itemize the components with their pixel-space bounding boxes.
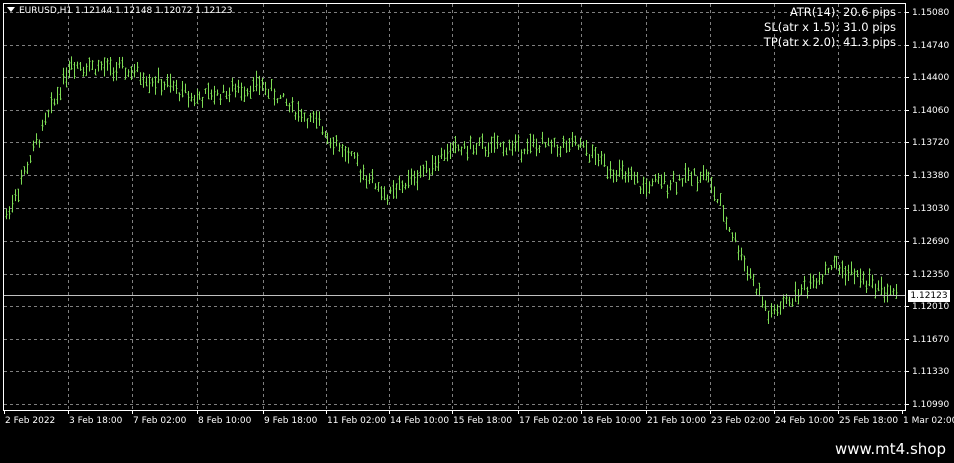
price-axis-label: 1.11330: [912, 366, 950, 377]
time-axis-label: 1 Mar 02:00: [903, 416, 954, 426]
time-axis-label: 17 Feb 02:00: [519, 416, 579, 426]
price-axis-label: 1.13030: [912, 203, 950, 214]
price-axis-tick: [905, 208, 909, 209]
time-axis-tick: [452, 410, 453, 414]
price-axis-label: 1.12350: [912, 269, 950, 280]
watermark-text: www.mt4.shop: [834, 440, 946, 458]
symbol-ohlc-text: EURUSD,H1 1.12144 1.12148 1.12072 1.1212…: [19, 6, 233, 16]
price-axis-label: 1.14060: [912, 105, 950, 116]
time-axis-label: 2 Feb 2022: [5, 416, 56, 426]
price-axis-label: 1.12690: [912, 236, 950, 247]
time-axis-tick: [132, 410, 133, 414]
time-axis-tick: [518, 410, 519, 414]
price-axis-label: 1.10990: [912, 399, 950, 410]
dropdown-triangle-icon[interactable]: [7, 7, 15, 12]
price-axis-tick: [905, 110, 909, 111]
price-axis-tick: [905, 241, 909, 242]
time-axis-label: 8 Feb 10:00: [198, 416, 252, 426]
price-axis-tick: [905, 371, 909, 372]
price-axis-label: 1.13720: [912, 137, 950, 148]
time-axis-tick: [646, 410, 647, 414]
footer-bar: www.mt4.shop: [0, 433, 954, 463]
price-axis-tick: [905, 142, 909, 143]
chart-window[interactable]: EURUSD,H1 1.12144 1.12148 1.12072 1.1212…: [0, 0, 954, 433]
price-axis-tick: [905, 12, 909, 13]
price-axis-label: 1.15080: [912, 7, 950, 18]
plot-frame: [3, 3, 906, 411]
indicator-readout: ATR(14): 20.6 pips SL(atr x 1.5): 31.0 p…: [764, 5, 896, 50]
sl-readout: SL(atr x 1.5): 31.0 pips: [764, 20, 896, 34]
price-axis-tick: [905, 339, 909, 340]
price-axis-label: 1.12010: [912, 301, 950, 312]
time-axis-label: 23 Feb 02:00: [711, 416, 771, 426]
price-axis-label: 1.13380: [912, 170, 950, 181]
price-axis-tick: [905, 306, 909, 307]
time-axis-label: 11 Feb 02:00: [327, 416, 387, 426]
time-axis-tick: [902, 410, 903, 414]
time-axis-label: 9 Feb 18:00: [264, 416, 318, 426]
time-axis-label: 18 Feb 10:00: [582, 416, 642, 426]
price-axis-label: 1.14740: [912, 40, 950, 51]
time-axis-tick: [710, 410, 711, 414]
price-axis-tick: [905, 45, 909, 46]
price-axis-label: 1.11670: [912, 334, 950, 345]
price-axis-tick: [905, 175, 909, 176]
time-axis-tick: [326, 410, 327, 414]
time-axis-tick: [581, 410, 582, 414]
time-axis-label: 15 Feb 18:00: [453, 416, 513, 426]
time-axis-tick: [197, 410, 198, 414]
time-axis-label: 24 Feb 10:00: [775, 416, 835, 426]
time-axis-label: 3 Feb 18:00: [69, 416, 123, 426]
price-axis-tick: [905, 77, 909, 78]
price-axis-tick: [905, 404, 909, 405]
time-axis-tick: [263, 410, 264, 414]
time-axis-label: 14 Feb 10:00: [390, 416, 450, 426]
time-axis-tick: [838, 410, 839, 414]
atr-readout: ATR(14): 20.6 pips: [789, 5, 896, 19]
time-axis-tick: [389, 410, 390, 414]
time-axis-tick: [68, 410, 69, 414]
time-axis-tick: [4, 410, 5, 414]
time-axis-label: 7 Feb 02:00: [133, 416, 187, 426]
price-axis-label: 1.14400: [912, 72, 950, 83]
tp-readout: TP(atr x 2.0): 41.3 pips: [763, 35, 896, 49]
time-axis-tick: [774, 410, 775, 414]
current-price-tag: 1.12123: [908, 289, 950, 302]
price-axis-tick: [905, 274, 909, 275]
time-axis-label: 25 Feb 18:00: [839, 416, 899, 426]
symbol-info[interactable]: EURUSD,H1 1.12144 1.12148 1.12072 1.1212…: [7, 4, 232, 18]
time-axis-label: 21 Feb 10:00: [647, 416, 707, 426]
